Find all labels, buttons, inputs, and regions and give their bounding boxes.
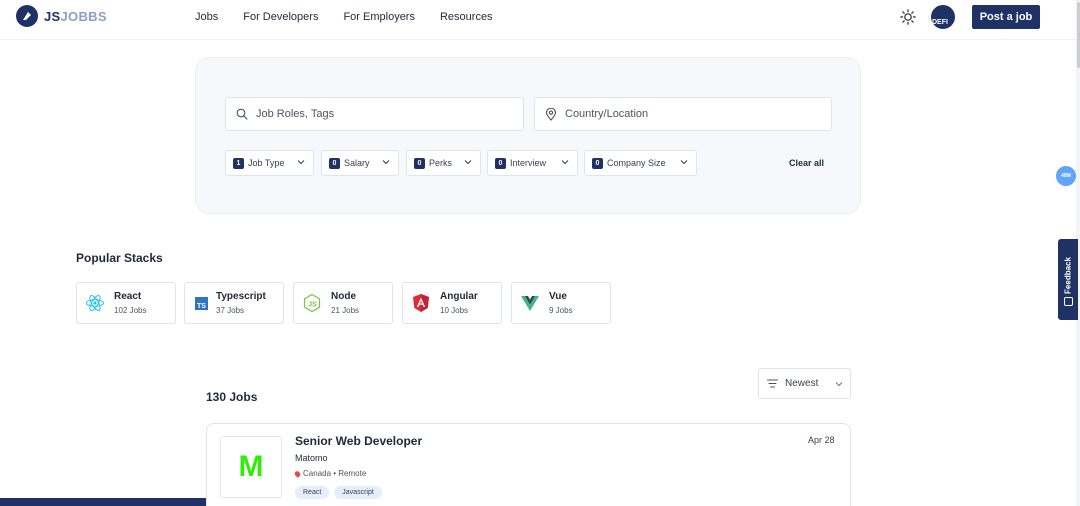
location-pin-icon <box>293 469 302 478</box>
popular-stacks-title: Popular Stacks <box>76 251 163 265</box>
nav-resources[interactable]: Resources <box>440 11 493 23</box>
location-input[interactable] <box>565 108 805 120</box>
stack-count: 9 Jobs <box>549 306 573 315</box>
stack-card-vue[interactable]: Vue 9 Jobs <box>511 282 611 324</box>
svg-text:JS: JS <box>308 302 317 309</box>
filter-label: Company Size <box>607 158 666 168</box>
job-tags: React Javascript <box>295 486 382 499</box>
nav-for-developers[interactable]: For Developers <box>243 11 318 23</box>
post-job-button[interactable]: Post a job <box>972 5 1040 29</box>
svg-text:TS: TS <box>197 303 206 310</box>
logo-icon <box>16 5 38 27</box>
chevron-down-icon <box>382 160 390 165</box>
stack-card-angular[interactable]: Angular 10 Jobs <box>402 282 502 324</box>
filter-label: Interview <box>510 158 547 168</box>
chevron-down-icon <box>561 160 569 165</box>
job-roles-input[interactable] <box>256 108 496 120</box>
top-navbar: JSJOBBS Jobs For Developers For Employer… <box>0 0 1080 40</box>
filter-label: Perks <box>429 158 453 168</box>
job-location-text: Canada • Remote <box>303 469 367 478</box>
chevron-down-icon <box>835 382 843 387</box>
search-icon <box>236 108 248 120</box>
stack-name: Typescript <box>216 291 266 302</box>
filter-count-badge: 0 <box>329 157 340 169</box>
filter-count-badge: 0 <box>592 157 603 169</box>
stack-card-node[interactable]: JS Node 21 Jobs <box>293 282 393 324</box>
filter-count-badge: 0 <box>414 157 425 169</box>
filter-count-badge: 0 <box>495 157 506 169</box>
stack-name: React <box>114 291 142 302</box>
filter-count-badge: 1 <box>233 157 244 169</box>
chevron-down-icon <box>297 160 305 165</box>
job-location: Canada • Remote <box>293 469 367 478</box>
chevron-down-icon <box>680 160 688 165</box>
filter-salary[interactable]: 0 Salary <box>321 150 399 176</box>
location-pin-icon <box>545 107 557 121</box>
job-title[interactable]: Senior Web Developer <box>295 434 422 448</box>
feedback-icon <box>1064 297 1073 306</box>
angular-icon <box>413 294 429 312</box>
feedback-tab[interactable]: Feedback <box>1058 239 1078 320</box>
jobs-count-heading: 130 Jobs <box>206 390 258 404</box>
stack-count: 10 Jobs <box>440 306 469 315</box>
user-avatar[interactable]: DEFI <box>931 5 955 29</box>
filter-interview[interactable]: 0 Interview <box>487 150 578 176</box>
bottom-banner <box>0 498 206 506</box>
brand-name: JSJOBBS <box>44 8 107 24</box>
node-icon: JS <box>303 293 321 313</box>
avatar-text: DEFI <box>932 19 948 26</box>
tag-javascript[interactable]: Javascript <box>334 486 382 499</box>
filter-label: Job Type <box>248 158 285 168</box>
sort-dropdown[interactable]: Newest <box>758 368 851 399</box>
main-nav: Jobs For Developers For Employers Resour… <box>195 11 493 23</box>
filter-perks[interactable]: 0 Perks <box>406 150 481 176</box>
clear-all-button[interactable]: Clear all <box>789 158 824 168</box>
sort-filter-icon <box>767 379 778 388</box>
location-search[interactable] <box>534 97 832 131</box>
nav-jobs[interactable]: Jobs <box>195 11 218 23</box>
vue-icon <box>521 296 539 311</box>
stack-count: 102 Jobs <box>114 306 147 315</box>
filter-job-type[interactable]: 1 Job Type <box>225 150 314 176</box>
sort-value: Newest <box>785 378 819 389</box>
stack-card-react[interactable]: React 102 Jobs <box>76 282 176 324</box>
job-card[interactable]: M Senior Web Developer Matomo Canada • R… <box>206 423 851 506</box>
memory-badge[interactable]: 48M <box>1056 166 1076 186</box>
job-date: Apr 28 <box>808 435 835 445</box>
brand-logo[interactable]: JSJOBBS <box>16 5 107 27</box>
stack-count: 21 Jobs <box>331 306 360 315</box>
company-logo: M <box>220 436 282 498</box>
nav-for-employers[interactable]: For Employers <box>343 11 415 23</box>
filter-label: Salary <box>344 158 370 168</box>
stack-name: Node <box>331 291 356 302</box>
stack-count: 37 Jobs <box>216 306 245 315</box>
sun-icon[interactable] <box>900 9 916 25</box>
tag-react[interactable]: React <box>295 486 330 499</box>
typescript-icon: TS <box>195 297 208 310</box>
job-roles-search[interactable] <box>225 97 524 131</box>
stack-card-typescript[interactable]: TS Typescript 37 Jobs <box>184 282 284 324</box>
stack-name: Angular <box>440 291 478 302</box>
filter-company-size[interactable]: 0 Company Size <box>584 150 697 176</box>
react-icon <box>86 294 104 312</box>
stack-name: Vue <box>549 291 567 302</box>
search-panel: 1 Job Type 0 Salary 0 Perks 0 Interview … <box>195 57 861 214</box>
company-name[interactable]: Matomo <box>295 453 328 463</box>
chevron-down-icon <box>464 160 472 165</box>
